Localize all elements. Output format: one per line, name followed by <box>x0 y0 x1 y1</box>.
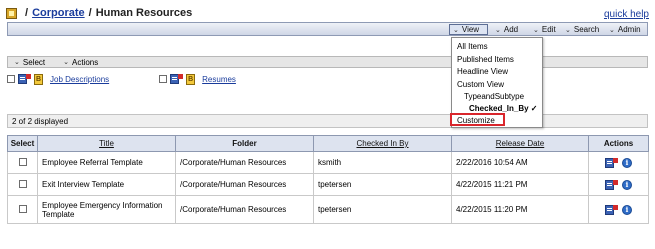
menu-item-headline-view[interactable]: Headline View <box>457 67 508 76</box>
row-release-date: 4/22/2015 11:21 PM <box>451 173 589 196</box>
info-icon[interactable]: i <box>622 157 632 168</box>
breadcrumb-separator: / <box>25 7 29 19</box>
select-column-header: Select <box>7 135 38 152</box>
actions-label: Actions <box>71 57 99 67</box>
row-checked-in-by: ksmith <box>313 151 452 174</box>
folder-b-icon: B <box>186 73 196 85</box>
table-row: Exit Interview Template /Corporate/Human… <box>7 173 649 196</box>
folder-checkbox[interactable] <box>7 75 15 83</box>
row-checkbox[interactable] <box>18 204 27 213</box>
menu-item-checked-in-by[interactable]: Checked_In_By ✓ <box>469 104 538 113</box>
folder-links: B Job Descriptions B Resumes <box>7 72 286 86</box>
row-checkbox[interactable] <box>18 179 27 188</box>
select-label: Select <box>22 57 46 67</box>
job-descriptions-link[interactable]: Job Descriptions <box>50 75 109 84</box>
page-title: Human Resources <box>95 7 193 19</box>
resumes-link[interactable]: Resumes <box>202 75 236 84</box>
breadcrumb-corporate-link[interactable]: Corporate <box>32 7 85 19</box>
search-label: Search <box>573 25 600 34</box>
actions-menu-button[interactable]: ⌄ Actions <box>63 58 98 67</box>
main-toolbar: ⌄ View ⌄ Add ⌄ Edit ⌄ Search ⌄ Admin <box>7 22 648 36</box>
content-actions-icon[interactable] <box>605 157 618 168</box>
folder-link-item: B Job Descriptions <box>7 73 109 85</box>
content-actions-icon[interactable] <box>605 204 618 215</box>
menu-item-published-items[interactable]: Published Items <box>457 55 514 64</box>
results-count: 2 of 2 displayed <box>12 116 69 126</box>
chevron-down-icon: ⌄ <box>63 59 69 66</box>
folder-link-item: B Resumes <box>159 73 236 85</box>
table-row: Employee Emergency Information Template … <box>7 195 649 224</box>
menu-item-all-items[interactable]: All Items <box>457 42 488 51</box>
row-release-date: 4/22/2015 11:20 PM <box>451 195 589 224</box>
admin-menu-button[interactable]: ⌄ Admin <box>606 24 644 35</box>
content-table: Select Title Folder Checked In By Releas… <box>7 135 649 224</box>
row-folder: /Corporate/Human Resources <box>175 151 314 174</box>
release-date-column-header[interactable]: Release Date <box>451 135 589 152</box>
row-folder: /Corporate/Human Resources <box>175 195 314 224</box>
view-dropdown-menu: All Items Published Items Headline View … <box>450 37 543 128</box>
quick-help-link[interactable]: quick help <box>604 9 649 20</box>
content-actions-icon[interactable] <box>605 179 618 190</box>
add-menu-button[interactable]: ⌄ Add <box>492 24 521 35</box>
chevron-down-icon: ⌄ <box>495 26 501 34</box>
chevron-down-icon: ⌄ <box>453 26 459 34</box>
search-menu-button[interactable]: ⌄ Search <box>562 24 602 35</box>
results-count-bar: 2 of 2 displayed <box>7 114 648 128</box>
chevron-down-icon: ⌄ <box>565 26 571 34</box>
folder-checkbox[interactable] <box>159 75 168 83</box>
chevron-down-icon: ⌄ <box>533 26 539 34</box>
add-label: Add <box>503 25 519 34</box>
chevron-down-icon: ⌄ <box>609 26 615 34</box>
row-checked-in-by: tpetersen <box>313 173 452 196</box>
info-icon[interactable]: i <box>622 204 632 215</box>
chevron-down-icon: ⌄ <box>14 59 20 66</box>
menu-item-customize[interactable]: Customize <box>457 116 495 125</box>
row-release-date: 2/22/2016 10:54 AM <box>451 151 589 174</box>
row-title[interactable]: Employee Referral Template <box>37 151 176 174</box>
content-info-icon[interactable] <box>170 74 184 84</box>
folder-column-header: Folder <box>175 135 314 152</box>
table-row: Employee Referral Template /Corporate/Hu… <box>7 151 649 174</box>
content-info-icon[interactable] <box>18 74 31 84</box>
row-folder: /Corporate/Human Resources <box>175 173 314 196</box>
folder-icon <box>6 7 17 19</box>
title-column-header[interactable]: Title <box>37 135 176 152</box>
edit-menu-button[interactable]: ⌄ Edit <box>530 24 559 35</box>
checked-in-by-column-header[interactable]: Checked In By <box>313 135 452 152</box>
row-checked-in-by: tpetersen <box>313 195 452 224</box>
row-title[interactable]: Exit Interview Template <box>37 173 176 196</box>
admin-label: Admin <box>617 25 641 34</box>
select-actions-bar: ⌄ Select ⌄ Actions <box>7 56 648 68</box>
edit-label: Edit <box>541 25 556 34</box>
menu-item-custom-view[interactable]: Custom View <box>457 80 504 89</box>
table-header-row: Select Title Folder Checked In By Releas… <box>7 135 649 152</box>
view-menu-button[interactable]: ⌄ View <box>449 24 488 35</box>
select-menu-button[interactable]: ⌄ Select <box>14 58 45 67</box>
actions-column-header: Actions <box>588 135 649 152</box>
row-checkbox[interactable] <box>18 157 27 166</box>
folder-b-icon: B <box>34 73 43 85</box>
menu-item-type-and-subtype[interactable]: TypeandSubtype <box>464 92 524 101</box>
breadcrumb-separator: / <box>88 7 92 19</box>
breadcrumb: / Corporate / Human Resources <box>6 6 192 20</box>
row-title[interactable]: Employee Emergency Information Template <box>37 195 176 224</box>
info-icon[interactable]: i <box>622 179 632 190</box>
view-label: View <box>461 25 480 34</box>
